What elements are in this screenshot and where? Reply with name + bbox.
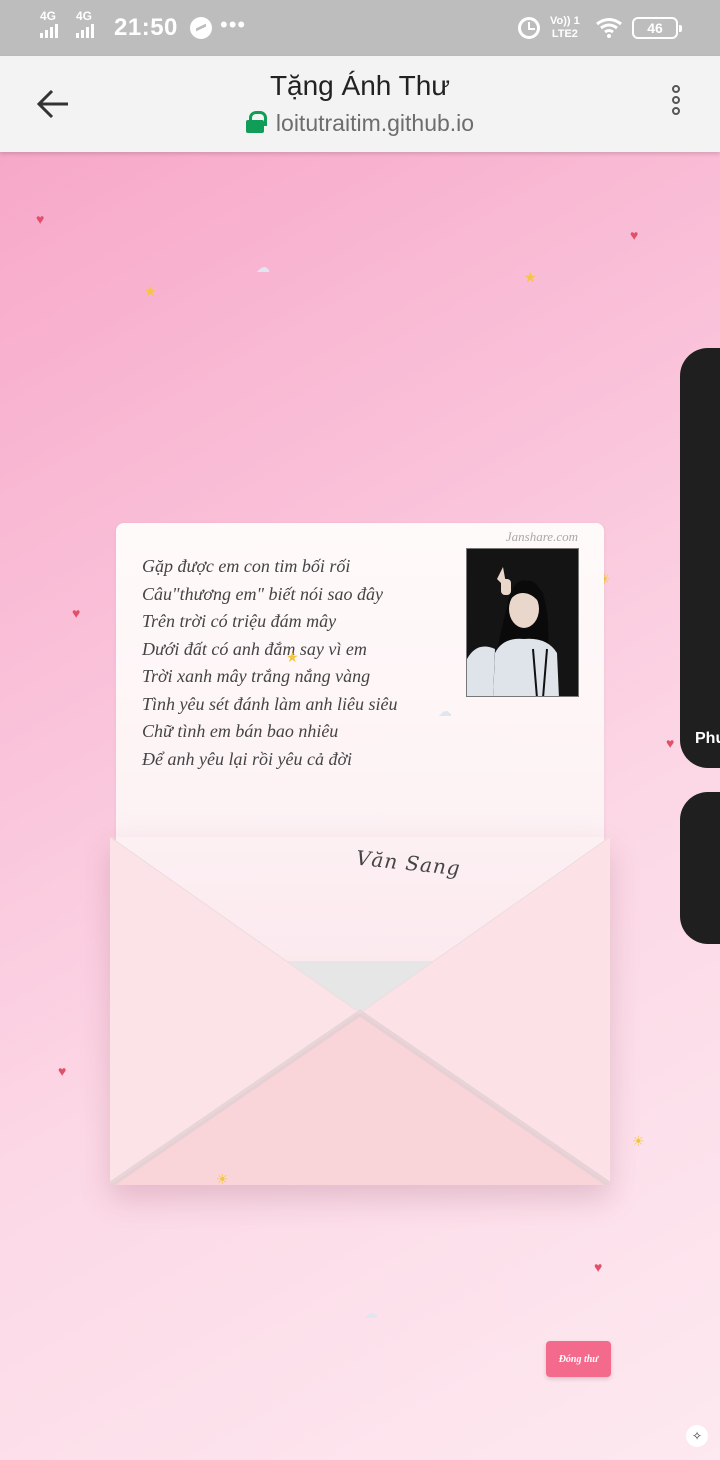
volte-indicator: Vo)) 1 LTE2 (550, 15, 580, 41)
poem-line: Dưới đất có anh đắm say vì em (142, 638, 367, 659)
lock-icon (245, 111, 267, 133)
heart-icon: ♥ (594, 1259, 603, 1275)
envelope-graphic (110, 837, 610, 1185)
poem-line: Tình yêu sét đánh làm anh liêu siêu (142, 693, 398, 714)
sun-icon: ☀ (216, 1171, 229, 1187)
page-title: Tặng Ánh Thư (269, 70, 451, 101)
overflow-menu-button[interactable] (662, 82, 690, 126)
portrait-photo (466, 548, 579, 697)
poem-line: Câu"thương em" biết nói sao đây (142, 583, 384, 604)
poem-line: Gặp được em con tim bối rối (142, 556, 351, 576)
side-card[interactable]: Phư (680, 348, 720, 768)
menu-dot-icon (672, 96, 680, 104)
messenger-icon (190, 17, 212, 39)
cloud-icon: ☁ (438, 703, 452, 719)
heart-icon: ♥ (72, 605, 81, 621)
envelope[interactable] (110, 837, 610, 1185)
url-display[interactable]: loitutraitim.github.io (0, 110, 720, 137)
battery-icon: 46 (632, 17, 682, 39)
menu-dot-icon (672, 85, 680, 93)
cloud-icon: ☁ (364, 1305, 378, 1321)
status-bar: 4G 4G 21:50 ••• Vo)) 1 LTE2 46 (0, 0, 720, 56)
network-type-1: 4G (40, 9, 57, 23)
poem: Gặp được em con tim bối rối Câu"thương e… (142, 553, 397, 773)
heart-icon: ♥ (630, 227, 639, 243)
url-text: loitutraitim.github.io (275, 110, 475, 136)
sun-cloud-icon: ☀ (632, 1133, 645, 1149)
portrait-image (467, 549, 578, 696)
signal-icon-2 (76, 24, 94, 38)
poem-line: Chữ tình em bán bao nhiêu (142, 721, 339, 741)
browser-toolbar: Tặng Ánh Thư loitutraitim.github.io (0, 56, 720, 152)
star-icon: ★ (524, 269, 537, 285)
heart-icon: ♥ (666, 735, 675, 751)
volte-top: Vo)) 1 (550, 15, 580, 27)
star-icon: ★ (286, 649, 299, 665)
clock: 21:50 (114, 14, 178, 41)
floating-widget-icon[interactable]: ✧ (686, 1425, 708, 1447)
network-type-2: 4G (76, 9, 93, 23)
wifi-icon (596, 18, 622, 38)
cloud-icon: ☁ (256, 259, 270, 275)
alarm-icon (518, 17, 540, 39)
star-icon: ★ (144, 283, 157, 299)
poem-line: Trên trời có triệu đám mây (142, 611, 337, 631)
poem-line: Trời xanh mây trắng nắng vàng (142, 666, 371, 686)
watermark: Janshare.com (505, 529, 578, 544)
signal-icon-1 (40, 24, 58, 38)
more-notifications-icon: ••• (220, 12, 247, 37)
close-letter-button[interactable]: Đóng thư (546, 1341, 611, 1377)
volte-bottom: LTE2 (551, 28, 578, 40)
side-card[interactable] (680, 792, 720, 944)
menu-dot-icon (672, 107, 680, 115)
poem-line: Để anh yêu lại rồi yêu cả đời (142, 748, 353, 769)
web-page: ♥ ♥ ☁ ★ ★ ♥ ☀ ♥ ♥ ☀ ♥ ☁ Phư Janshare.com… (0, 152, 720, 1460)
side-card-label: Phư (695, 730, 720, 747)
heart-icon: ♥ (58, 1063, 67, 1079)
heart-icon: ♥ (36, 211, 45, 227)
